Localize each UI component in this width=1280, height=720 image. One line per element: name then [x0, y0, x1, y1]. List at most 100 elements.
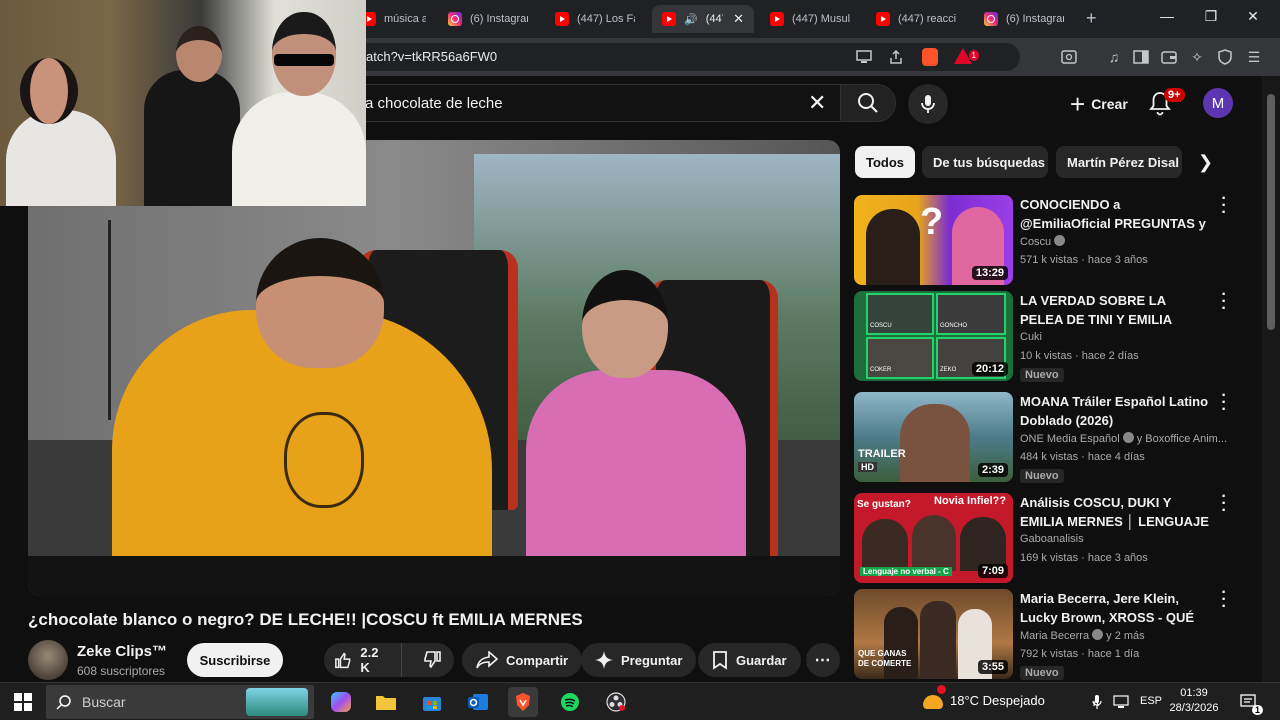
outlook-icon[interactable] — [463, 687, 493, 717]
browser-tab[interactable]: (447) Musul — [760, 5, 860, 33]
browser-tab[interactable]: (447) Los Fal — [545, 5, 645, 33]
microsoft-store-icon[interactable] — [417, 687, 447, 717]
channel-extra: y Boxoffice Anim... — [1133, 433, 1228, 445]
cast-icon[interactable] — [854, 47, 874, 67]
clear-search-icon[interactable]: ✕ — [808, 92, 826, 114]
video-thumbnail[interactable]: QUE GANAS DE COMERTE 3:55 — [854, 589, 1013, 679]
youtube-icon — [876, 12, 890, 26]
more-options-icon[interactable]: · · · — [1218, 287, 1230, 317]
vpn-icon[interactable] — [1215, 47, 1235, 67]
recommended-video-title[interactable]: Maria Becerra, Jere Klein, Lucky Brown, … — [1020, 589, 1212, 627]
sidebar-toggle-icon[interactable] — [1131, 47, 1151, 67]
thumb-person — [900, 404, 970, 482]
tab-search-icon[interactable] — [1059, 47, 1079, 67]
recommended-video[interactable]: Se gustan? Novia Infiel?? Lenguaje no ve… — [854, 489, 1234, 585]
weather-icon[interactable] — [918, 685, 948, 717]
new-tab-button[interactable]: + — [1086, 8, 1097, 29]
maximize-button[interactable]: ❐ — [1196, 8, 1226, 25]
share-button[interactable]: Compartir — [462, 643, 583, 677]
trailer-label: TRAILER — [858, 448, 906, 460]
recommended-video-channel[interactable]: ONE Media Español y Boxoffice Anim... — [1020, 432, 1234, 445]
webcam-person — [232, 92, 366, 206]
copilot-icon[interactable] — [326, 687, 356, 717]
search-button[interactable] — [840, 84, 896, 122]
thumb-caption: Lenguaje no verbal - C — [860, 567, 952, 576]
video-thumbnail[interactable]: COSCU GONCHO COKER ZEKO 20:12 — [854, 291, 1013, 381]
chevron-right-icon[interactable]: ❯ — [1198, 152, 1213, 173]
obs-studio-icon[interactable] — [601, 687, 631, 717]
more-actions-button[interactable]: ⋯ — [806, 643, 840, 677]
channel-name[interactable]: Zeke Clips™ — [77, 643, 167, 660]
recommended-video-channel[interactable]: Gaboanalisis — [1020, 533, 1234, 545]
create-button[interactable]: + Crear — [1058, 88, 1140, 120]
chip-from-your-searches[interactable]: De tus búsquedas — [922, 146, 1048, 178]
dislike-button[interactable] — [410, 643, 454, 677]
minimize-button[interactable]: — — [1152, 8, 1182, 24]
recommended-video[interactable]: QUE GANAS DE COMERTE 3:55 Maria Becerra,… — [854, 585, 1234, 681]
leo-ai-icon[interactable]: ✧ — [1187, 47, 1207, 67]
chip-related[interactable]: Martín Pérez Disal — [1056, 146, 1182, 178]
video-thumbnail[interactable]: ? 13:29 — [854, 195, 1013, 285]
taskbar-search[interactable]: Buscar — [46, 685, 314, 719]
more-options-icon[interactable]: · · · — [1218, 388, 1230, 418]
channel-avatar[interactable] — [28, 640, 68, 680]
brave-browser-icon[interactable] — [508, 687, 538, 717]
weather-status[interactable]: 18°C Despejado — [950, 693, 1045, 708]
browser-tab[interactable]: (6) Instagran — [438, 5, 538, 33]
search-highlight-image — [246, 688, 308, 716]
network-icon[interactable] — [1110, 687, 1132, 717]
notification-center-icon[interactable]: 1 — [1234, 687, 1264, 717]
url-text: atch?v=tkRR56a6FW0 — [366, 49, 498, 64]
menu-icon[interactable]: ☰ — [1244, 47, 1264, 67]
subscribe-button[interactable]: Suscribirse — [187, 643, 283, 677]
recommended-video-channel[interactable]: Coscu — [1020, 235, 1234, 248]
more-options-icon[interactable]: · · · — [1218, 585, 1230, 615]
like-button[interactable]: 2.2 K — [324, 643, 402, 677]
recommended-video-title[interactable]: Análisis COSCU, DUKI Y EMILIA MERNES │ L… — [1020, 493, 1212, 531]
browser-tab[interactable]: (6) Instagran — [974, 5, 1074, 33]
recommended-video[interactable]: ? 13:29 CONOCIENDO a @EmiliaOficial PREG… — [854, 191, 1234, 287]
video-duration: 13:29 — [971, 266, 1008, 280]
share-arrow-icon — [476, 651, 498, 669]
media-controls-icon[interactable]: ♫ — [1104, 47, 1124, 67]
start-button[interactable] — [8, 687, 38, 717]
browser-tab[interactable]: (447) reacci — [866, 5, 966, 33]
microphone-icon[interactable] — [1088, 687, 1106, 717]
share-icon[interactable] — [886, 47, 906, 67]
more-options-icon[interactable]: · · · — [1218, 489, 1230, 519]
create-label: Crear — [1091, 96, 1128, 112]
spotify-icon[interactable] — [555, 687, 585, 717]
brave-rewards-icon[interactable]: 1 — [954, 48, 979, 64]
scrollbar-thumb[interactable] — [1267, 94, 1275, 330]
verified-icon — [1092, 629, 1104, 640]
voice-search-button[interactable] — [908, 84, 948, 124]
recommended-video[interactable]: COSCU GONCHO COKER ZEKO 20:12 LA VERDAD … — [854, 287, 1234, 383]
more-options-icon[interactable]: · · · — [1218, 191, 1230, 221]
close-tab-icon[interactable]: ✕ — [733, 11, 744, 27]
recommended-video-title[interactable]: CONOCIENDO a @EmiliaOficial PREGUNTAS y … — [1020, 195, 1212, 233]
close-window-button[interactable]: ✕ — [1238, 8, 1268, 25]
save-button[interactable]: Guardar — [698, 643, 801, 677]
wallet-icon[interactable] — [1159, 47, 1179, 67]
language-indicator[interactable]: ESP — [1140, 695, 1162, 707]
recommended-video-channel[interactable]: Cuki — [1020, 331, 1234, 343]
video-thumbnail[interactable]: TRAILER HD 2:39 — [854, 392, 1013, 482]
page-scrollbar[interactable] — [1262, 76, 1280, 682]
video-thumbnail[interactable]: Se gustan? Novia Infiel?? Lenguaje no ve… — [854, 493, 1013, 583]
video-player[interactable] — [28, 140, 840, 596]
file-explorer-icon[interactable] — [371, 687, 401, 717]
tab-label: (447) reacci — [898, 13, 956, 25]
recommended-video-channel[interactable]: Maria Becerra y 2 más — [1020, 629, 1234, 642]
recommended-video-title[interactable]: MOANA Tráiler Español Latino Doblado (20… — [1020, 392, 1212, 430]
account-avatar[interactable]: M — [1203, 88, 1233, 118]
address-bar[interactable]: atch?v=tkRR56a6FW0 — [300, 43, 1020, 71]
browser-tab-active[interactable]: 🔊 (447) ✕ — [652, 5, 754, 33]
clock[interactable]: 01:39 28/3/2026 — [1168, 686, 1220, 716]
subscriber-count: 608 suscriptores — [77, 664, 166, 678]
audio-playing-icon[interactable]: 🔊 — [684, 13, 698, 26]
recommended-video-title[interactable]: LA VERDAD SOBRE LA PELEA DE TINI Y EMILI… — [1020, 291, 1212, 329]
chip-all[interactable]: Todos — [855, 146, 915, 178]
recommended-video[interactable]: TRAILER HD 2:39 MOANA Tráiler Español La… — [854, 388, 1234, 484]
ask-button[interactable]: Preguntar — [581, 643, 697, 677]
brave-shield-icon[interactable] — [922, 48, 938, 66]
